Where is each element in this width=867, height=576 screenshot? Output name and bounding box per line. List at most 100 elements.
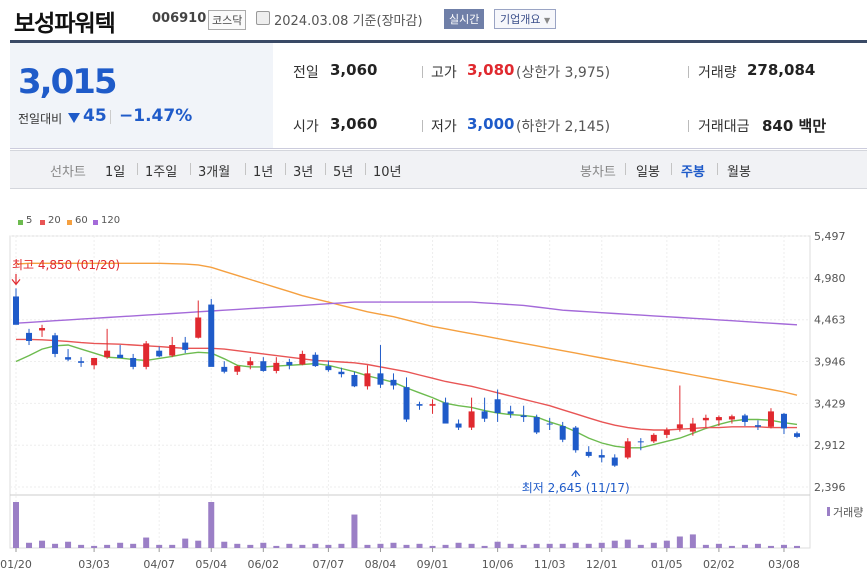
volume-bar [364, 544, 371, 548]
candle-body [156, 350, 163, 357]
candle-body [260, 361, 267, 371]
volume-bar [637, 544, 644, 548]
volume-bar [559, 543, 566, 548]
candle-body [481, 411, 488, 419]
candle-body [325, 366, 332, 371]
volume-bar [247, 544, 254, 548]
candle-body [598, 455, 605, 458]
x-tick-label: 07/07 [313, 558, 345, 571]
x-tick-label: 04/07 [143, 558, 175, 571]
candle-body [507, 411, 514, 414]
candle-body [208, 304, 215, 367]
volume-bar [195, 540, 202, 548]
candle-body [494, 399, 501, 414]
candle-body [13, 296, 19, 325]
candle-body [52, 335, 59, 354]
candle-body [312, 354, 319, 367]
volume-bar [143, 537, 150, 548]
volume-bar [156, 544, 163, 548]
candle-body [403, 387, 410, 420]
candle-body [715, 417, 722, 421]
y-tick-label: 5,497 [814, 230, 846, 243]
candle-body [195, 317, 202, 338]
volume-bar [104, 544, 111, 548]
candle-body [624, 441, 631, 458]
candle-body [247, 361, 254, 366]
volume-bar [403, 544, 410, 548]
candle-body [78, 361, 85, 363]
volume-bar [624, 539, 631, 548]
volume-bar [130, 543, 137, 548]
candle-body [611, 457, 618, 466]
candle-body [377, 373, 384, 385]
volume-bar [234, 543, 241, 548]
candle-body [754, 425, 761, 427]
candle-body [702, 417, 709, 421]
x-tick-label: 02/02 [703, 558, 735, 571]
volume-bar [650, 542, 657, 548]
candle-body [234, 366, 241, 372]
volume-bar [663, 540, 670, 548]
volume-bar [13, 502, 19, 548]
volume-bar [767, 545, 774, 548]
x-tick-label: 06/02 [247, 558, 279, 571]
volume-bar [65, 541, 72, 548]
x-tick-label: 10/06 [482, 558, 514, 571]
candle-body [221, 366, 228, 372]
volume-bar [780, 544, 787, 548]
volume-bar [416, 543, 423, 548]
volume-bar [78, 544, 85, 548]
volume-bar [26, 542, 33, 548]
volume-bar [39, 540, 46, 548]
volume-bar [351, 514, 358, 548]
candle-body [676, 424, 683, 429]
volume-bar [338, 543, 345, 548]
candle-body [520, 415, 527, 418]
candle-body [117, 354, 124, 358]
x-tick-label: 08/04 [365, 558, 397, 571]
volume-bar [481, 545, 488, 548]
candle-body [130, 357, 137, 367]
candle-body [351, 374, 358, 387]
candle-body [741, 415, 748, 422]
candle-body [169, 345, 176, 356]
candle-body [299, 353, 306, 365]
x-tick-label: 01/05 [651, 558, 683, 571]
candle-body [637, 441, 644, 443]
ma-line-120 [15, 301, 798, 326]
y-tick-label: 3,946 [814, 356, 846, 369]
x-tick-label: 09/01 [417, 558, 449, 571]
volume-bar [794, 545, 800, 548]
volume-bar [429, 545, 436, 548]
candle-body [390, 379, 397, 386]
volume-bar [494, 541, 501, 548]
volume-bar [468, 543, 475, 548]
volume-bar [676, 536, 683, 548]
candle-body [572, 427, 579, 451]
high-annotation: 최고 4,850 (01/20) [12, 258, 120, 272]
volume-bar [728, 545, 735, 548]
volume-bar [702, 544, 709, 548]
y-tick-label: 2,912 [814, 439, 846, 452]
volume-bar [533, 543, 540, 548]
y-tick-label: 2,396 [814, 481, 846, 494]
volume-bar [312, 543, 319, 548]
volume-bar [273, 545, 280, 548]
x-tick-label: 05/04 [195, 558, 227, 571]
price-chart[interactable]: 5,497 4,980 4,463 3,946 3,429 2,912 2,396 01/20… [0, 0, 867, 576]
candle-body [455, 423, 462, 428]
candle-body [104, 350, 111, 358]
candle-body [39, 328, 46, 331]
y-tick-label: 4,980 [814, 272, 846, 285]
y-tick-label: 4,463 [814, 314, 846, 327]
candle-body [26, 332, 33, 341]
candle-body [442, 402, 449, 424]
volume-bar [325, 544, 332, 548]
candle-body [767, 411, 774, 427]
volume-bar [377, 543, 384, 548]
candle-body [546, 423, 553, 425]
candle-body [91, 357, 98, 366]
candle-body [689, 423, 696, 432]
candle-body [794, 433, 800, 437]
candle-body [533, 417, 540, 433]
